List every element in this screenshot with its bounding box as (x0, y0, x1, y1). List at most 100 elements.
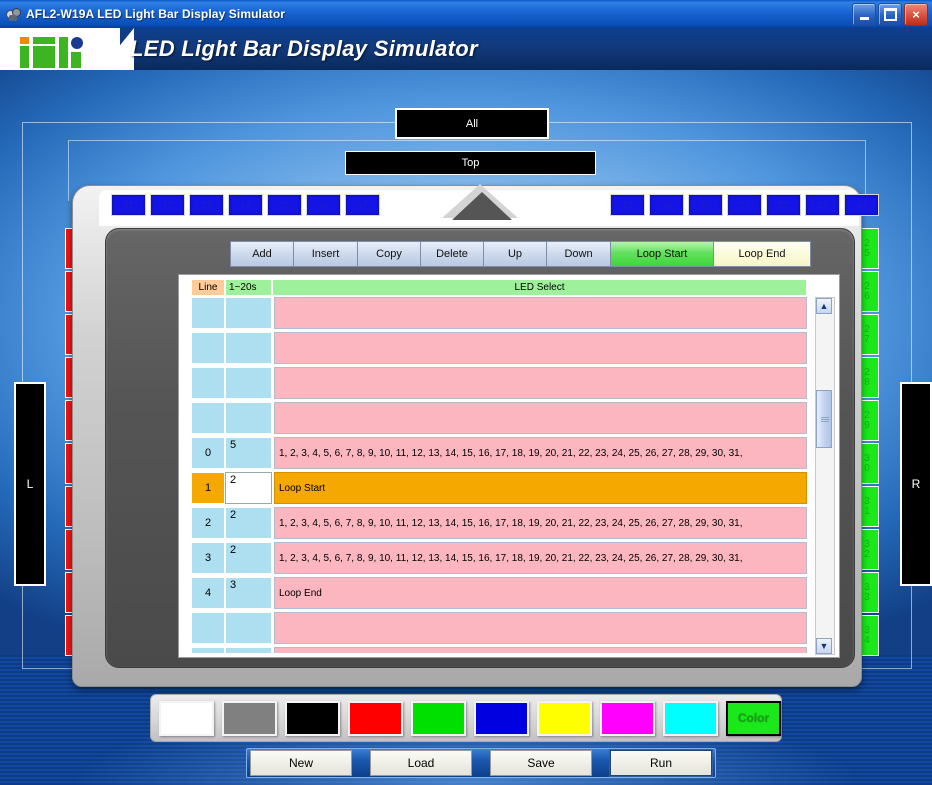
color-swatch-green[interactable] (411, 700, 466, 736)
edit-toolbar: Add Insert Copy Delete Up Down Loop Start Loop … (230, 241, 811, 267)
table-row[interactable] (191, 332, 807, 364)
led-top-16[interactable]: 16 (306, 194, 341, 216)
select-all-button[interactable]: All (395, 108, 549, 139)
color-swatch-cyan[interactable] (663, 700, 718, 736)
cell-line[interactable] (191, 367, 225, 399)
led-top-22[interactable]: 22 (766, 194, 801, 216)
cell-led-select[interactable] (274, 402, 807, 434)
maximize-button[interactable] (878, 3, 902, 26)
cell-led-select[interactable] (274, 332, 807, 364)
toolbar-loop-start-button[interactable]: Loop Start (610, 241, 713, 267)
table-row[interactable]: >>>12Loop Start (191, 472, 807, 504)
cell-seconds[interactable]: 2 (225, 542, 272, 574)
bezel-trapezoid-inner (452, 192, 512, 220)
cell-line[interactable]: 0 (191, 437, 225, 469)
led-row-top-right: 18 19 20 21 22 23 24 (610, 194, 879, 216)
cell-seconds[interactable]: 2 (225, 507, 272, 539)
select-top-button[interactable]: Top (345, 151, 596, 175)
color-swatch-magenta[interactable] (600, 700, 655, 736)
cell-line[interactable]: 4 (191, 577, 225, 609)
color-swatch-blue[interactable] (474, 700, 529, 736)
led-top-21[interactable]: 21 (727, 194, 762, 216)
led-top-17[interactable]: 17 (345, 194, 380, 216)
cell-led-select[interactable] (274, 367, 807, 399)
table-row[interactable] (191, 297, 807, 329)
cell-led-select[interactable]: 1, 2, 3, 4, 5, 6, 7, 8, 9, 10, 11, 12, 1… (274, 507, 807, 539)
table-row[interactable] (191, 612, 807, 644)
table-row[interactable]: 4 3 Loop End (191, 577, 807, 609)
close-button[interactable]: × (904, 3, 928, 26)
scrollbar-thumb[interactable] (816, 390, 832, 448)
cell-line[interactable] (191, 647, 225, 653)
table-row[interactable] (191, 402, 807, 434)
table-row[interactable]: 3 2 1, 2, 3, 4, 5, 6, 7, 8, 9, 10, 11, 12,… (191, 542, 807, 574)
cell-line[interactable] (191, 332, 225, 364)
cell-led-select[interactable]: Loop Start (274, 472, 807, 504)
cell-line[interactable] (191, 612, 225, 644)
color-swatch-black[interactable] (285, 700, 340, 736)
cell-seconds[interactable]: 5 (225, 437, 272, 469)
cell-line[interactable]: 3 (191, 542, 225, 574)
scroll-down-icon[interactable]: ▼ (816, 638, 832, 654)
color-swatch-gray[interactable] (222, 700, 277, 736)
bezel-outer: 11 12 13 14 15 16 17 18 19 20 21 22 23 24 Add Insert C… (72, 184, 879, 687)
led-top-13[interactable]: 13 (189, 194, 224, 216)
led-top-24[interactable]: 24 (844, 194, 879, 216)
cell-seconds[interactable] (225, 612, 272, 644)
cell-seconds[interactable] (225, 402, 272, 434)
toolbar-loop-end-button[interactable]: Loop End (713, 241, 811, 267)
color-swatch-yellow[interactable] (537, 700, 592, 736)
table-row[interactable]: 0 5 1, 2, 3, 4, 5, 6, 7, 8, 9, 10, 11, 12,… (191, 437, 807, 469)
table-row[interactable] (191, 367, 807, 399)
table-row[interactable]: 2 2 1, 2, 3, 4, 5, 6, 7, 8, 9, 10, 11, 12,… (191, 507, 807, 539)
led-top-15[interactable]: 15 (267, 194, 302, 216)
led-top-12[interactable]: 12 (150, 194, 185, 216)
cell-led-select[interactable]: Loop End (274, 577, 807, 609)
table-row[interactable] (191, 647, 807, 653)
toolbar-down-button[interactable]: Down (546, 241, 610, 267)
color-picker-button[interactable]: Color (726, 700, 781, 736)
save-button[interactable]: Save (490, 750, 592, 776)
new-button[interactable]: New (250, 750, 352, 776)
toolbar-up-button[interactable]: Up (483, 241, 546, 267)
cell-line[interactable] (191, 297, 225, 329)
window-controls: × (852, 3, 928, 26)
cell-seconds[interactable] (225, 647, 272, 653)
load-button[interactable]: Load (370, 750, 472, 776)
run-button[interactable]: Run (610, 750, 712, 776)
sequence-table: Line 1~20s LED Select 0 5 1, 2, 3, 4, 5, 6… (178, 274, 840, 658)
color-swatch-white[interactable] (159, 700, 214, 736)
cell-seconds[interactable] (225, 297, 272, 329)
cell-seconds[interactable]: 3 (225, 577, 272, 609)
toolbar-copy-button[interactable]: Copy (357, 241, 420, 267)
cell-led-select[interactable]: 1, 2, 3, 4, 5, 6, 7, 8, 9, 10, 11, 12, 1… (274, 542, 807, 574)
scroll-up-icon[interactable]: ▲ (816, 298, 832, 314)
toolbar-delete-button[interactable]: Delete (420, 241, 483, 267)
cell-seconds[interactable] (225, 367, 272, 399)
color-swatch-red[interactable] (348, 700, 403, 736)
cell-led-select[interactable] (274, 647, 807, 653)
led-top-11[interactable]: 11 (111, 194, 146, 216)
led-top-20[interactable]: 20 (688, 194, 723, 216)
right-side-bar[interactable]: R (900, 382, 932, 586)
led-top-14[interactable]: 14 (228, 194, 263, 216)
toolbar-add-button[interactable]: Add (230, 241, 293, 267)
title-bar: AFL2-W19A LED Light Bar Display Simulato… (0, 0, 932, 29)
left-side-bar[interactable]: L (14, 382, 46, 586)
toolbar-insert-button[interactable]: Insert (293, 241, 357, 267)
table-scrollbar[interactable]: ▲ ▼ (815, 297, 835, 655)
led-top-23[interactable]: 23 (805, 194, 840, 216)
minimize-button[interactable] (852, 3, 876, 26)
cell-led-select[interactable] (274, 612, 807, 644)
led-top-19[interactable]: 19 (649, 194, 684, 216)
cell-line[interactable]: 1 (191, 472, 225, 504)
cell-seconds[interactable] (225, 332, 272, 364)
app-window: AFL2-W19A LED Light Bar Display Simulato… (0, 0, 932, 785)
cell-line[interactable] (191, 402, 225, 434)
cell-line[interactable]: 2 (191, 507, 225, 539)
header-seconds: 1~20s (225, 279, 272, 296)
led-top-18[interactable]: 18 (610, 194, 645, 216)
cell-led-select[interactable] (274, 297, 807, 329)
cell-led-select[interactable]: 1, 2, 3, 4, 5, 6, 7, 8, 9, 10, 11, 12, 1… (274, 437, 807, 469)
cell-seconds[interactable]: 2 (225, 472, 272, 504)
